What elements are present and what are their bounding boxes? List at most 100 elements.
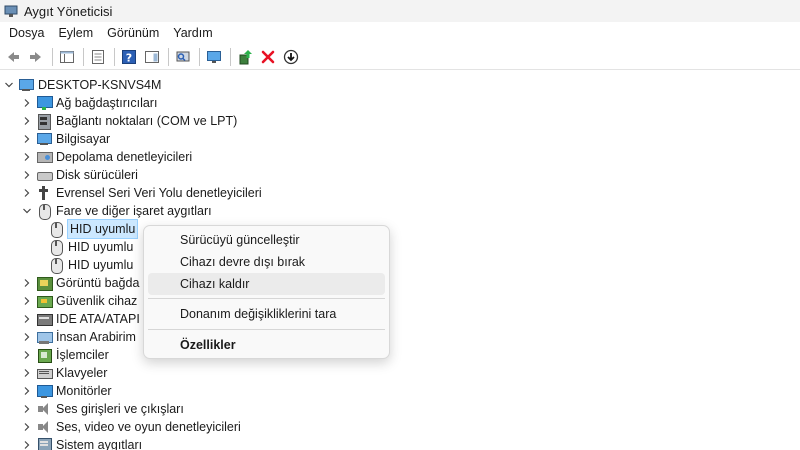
arrow-left-icon <box>8 52 19 62</box>
mouse-icon <box>48 221 64 238</box>
show-hide-console-tree-button[interactable] <box>57 47 77 67</box>
arrow-right-icon <box>30 52 41 62</box>
chevron-down-icon[interactable] <box>2 76 16 94</box>
tree-item-ports[interactable]: Bağlantı noktaları (COM ve LPT) <box>20 112 237 130</box>
add-legacy-hardware-button[interactable] <box>204 47 224 67</box>
menu-scan-hardware-changes[interactable]: Donanım değişikliklerini tara <box>148 303 385 325</box>
menu-help[interactable]: Yardım <box>166 22 219 44</box>
chevron-right-icon[interactable] <box>20 274 34 292</box>
forward-button[interactable] <box>26 47 46 67</box>
tree-item-computer[interactable]: Bilgisayar <box>20 130 110 148</box>
tree-item-label: IDE ATA/ATAPI d <box>56 312 151 326</box>
update-driver-button[interactable] <box>235 47 255 67</box>
menu-separator <box>148 298 385 299</box>
tree-item-audio-io[interactable]: Ses girişleri ve çıkışları <box>20 400 184 418</box>
tree-item-hid-mouse-3[interactable]: HID uyumlu <box>46 256 133 274</box>
action-pane-icon <box>145 51 159 63</box>
tree-item-label: Evrensel Seri Veri Yolu denetleyicileri <box>56 186 262 200</box>
chevron-right-icon[interactable] <box>20 418 34 436</box>
context-menu: Sürücüyü güncelleştir Cihazı devre dışı … <box>143 225 390 359</box>
tree-item-system-devices[interactable]: Sistem aygıtları <box>20 436 142 450</box>
tree-item-label: Bilgisayar <box>56 132 111 146</box>
tree-item-label: Sistem aygıtları <box>56 438 143 450</box>
tree-item-hid-mouse-1[interactable]: HID uyumlu <box>46 219 139 239</box>
help-icon: ? <box>122 50 136 65</box>
tree-item-usb-controllers[interactable]: Evrensel Seri Veri Yolu denetleyicileri <box>20 184 262 202</box>
chevron-right-icon[interactable] <box>20 346 34 364</box>
device-tree: DESKTOP-KSNVS4M Ağ bağdaştırıcıları Bağl… <box>0 76 800 450</box>
menu-view[interactable]: Görünüm <box>100 22 166 44</box>
download-circle-icon <box>283 49 299 65</box>
toolbar-separator <box>114 48 115 66</box>
ide-controller-icon <box>36 311 53 327</box>
chevron-right-icon[interactable] <box>20 382 34 400</box>
title-bar: Aygıt Yöneticisi <box>0 0 800 22</box>
computer-icon <box>36 131 52 147</box>
network-adapter-icon <box>36 95 53 111</box>
tree-item-label: Ses girişleri ve çıkışları <box>56 402 184 416</box>
red-x-icon <box>261 50 275 64</box>
chevron-right-icon[interactable] <box>20 328 34 346</box>
chevron-right-icon[interactable] <box>20 94 34 112</box>
window-title: Aygıt Yöneticisi <box>24 3 113 19</box>
chevron-right-icon[interactable] <box>20 130 34 148</box>
chevron-right-icon[interactable] <box>20 148 34 166</box>
tree-item-label: Görüntü bağda <box>56 276 140 290</box>
disable-device-button[interactable] <box>281 47 301 67</box>
chevron-right-icon[interactable] <box>20 166 34 184</box>
chevron-right-icon[interactable] <box>20 292 34 310</box>
tree-item-keyboards[interactable]: Klavyeler <box>20 364 107 382</box>
toolbar-separator <box>168 48 169 66</box>
tree-item-audio-controllers[interactable]: Ses, video ve oyun denetleyicileri <box>20 418 241 436</box>
mouse-icon <box>48 257 64 274</box>
tree-item-label: Ağ bağdaştırıcıları <box>56 96 158 110</box>
tree-item-mice[interactable]: Fare ve diğer işaret aygıtları <box>20 202 212 220</box>
menu-file[interactable]: Dosya <box>2 22 51 44</box>
uninstall-device-button[interactable] <box>258 47 278 67</box>
update-driver-icon <box>239 50 252 65</box>
chevron-right-icon[interactable] <box>20 436 34 450</box>
chevron-right-icon[interactable] <box>20 184 34 202</box>
menu-uninstall-device[interactable]: Cihazı kaldır <box>148 273 385 295</box>
tree-item-security-devices[interactable]: Güvenlik cihaz <box>20 292 137 310</box>
menu-update-driver[interactable]: Sürücüyü güncelleştir <box>148 229 385 251</box>
menu-disable-device[interactable]: Cihazı devre dışı bırak <box>148 251 385 273</box>
tree-item-label: Depolama denetleyicileri <box>56 150 193 164</box>
menu-bar: Dosya Eylem Görünüm Yardım <box>0 22 800 44</box>
tree-item-monitors[interactable]: Monitörler <box>20 382 112 400</box>
hid-icon <box>36 329 53 345</box>
tree-item-label: İnsan Arabirim <box>56 330 136 344</box>
scan-hardware-icon <box>176 51 190 62</box>
chevron-right-icon[interactable] <box>20 310 34 328</box>
tree-item-disk-drives[interactable]: Disk sürücüleri <box>20 166 138 184</box>
tree-root[interactable]: DESKTOP-KSNVS4M <box>2 76 161 94</box>
menu-separator <box>148 329 385 330</box>
toolbar-separator <box>52 48 53 66</box>
tree-root-label: DESKTOP-KSNVS4M <box>38 78 162 92</box>
tree-item-human-interface[interactable]: İnsan Arabirim <box>20 328 136 346</box>
menu-action[interactable]: Eylem <box>51 22 100 44</box>
tree-item-storage-controllers[interactable]: Depolama denetleyicileri <box>20 148 192 166</box>
chevron-down-icon[interactable] <box>20 202 34 220</box>
tree-item-ide-controllers[interactable]: IDE ATA/ATAPI d <box>20 310 150 328</box>
back-button[interactable] <box>3 47 23 67</box>
display-adapter-icon <box>36 275 53 291</box>
tree-item-label: Fare ve diğer işaret aygıtları <box>56 204 212 218</box>
chevron-right-icon[interactable] <box>20 364 34 382</box>
processor-icon <box>36 347 52 363</box>
tree-item-hid-mouse-2[interactable]: HID uyumlu <box>46 238 133 256</box>
monitor-icon <box>36 383 53 399</box>
tree-item-network-adapters[interactable]: Ağ bağdaştırıcıları <box>20 94 157 112</box>
chevron-right-icon[interactable] <box>20 112 34 130</box>
tree-item-processors[interactable]: İşlemciler <box>20 346 109 364</box>
tree-item-label: HID uyumlu <box>68 240 134 254</box>
monitor-add-icon <box>207 51 221 63</box>
menu-properties[interactable]: Özellikler <box>148 334 385 356</box>
chevron-right-icon[interactable] <box>20 400 34 418</box>
mouse-icon <box>48 239 64 256</box>
scan-hardware-button[interactable] <box>173 47 193 67</box>
tree-item-display-adapters[interactable]: Görüntü bağda <box>20 274 139 292</box>
action-pane-button[interactable] <box>142 47 162 67</box>
properties-button[interactable] <box>88 47 108 67</box>
help-button[interactable]: ? <box>119 47 139 67</box>
